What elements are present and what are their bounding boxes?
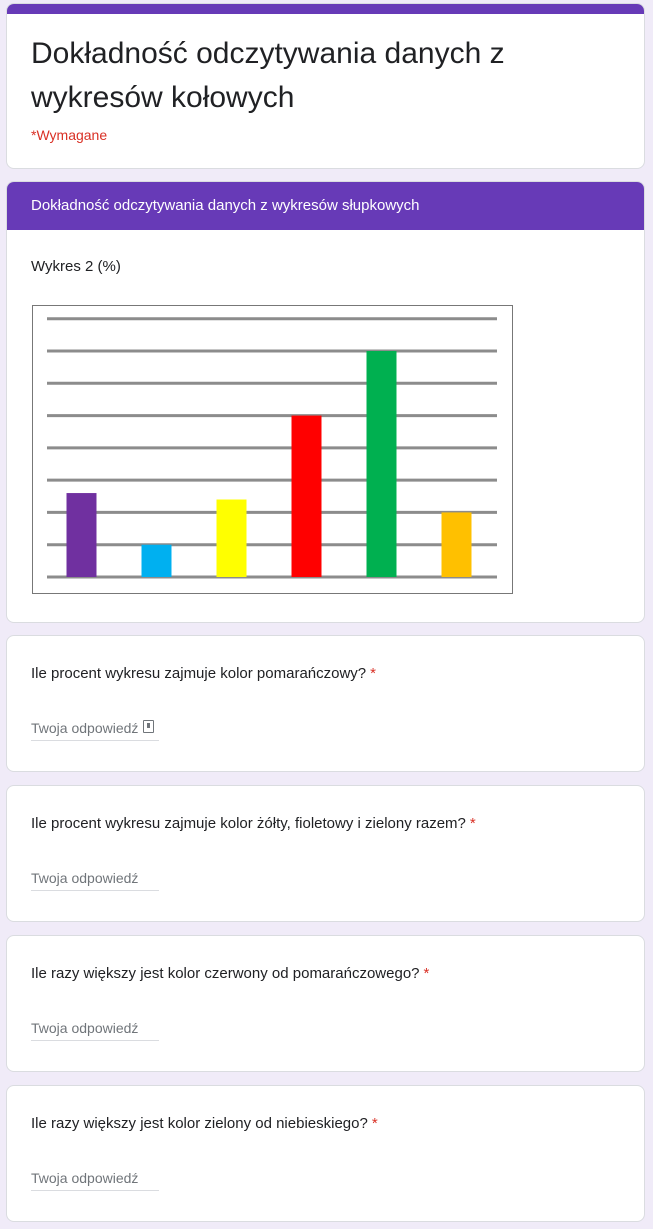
required-asterisk: *: [469, 815, 476, 832]
question-card-2: Ile procent wykresu zajmuje kolor żółty,…: [6, 785, 645, 922]
accent-bar: [7, 4, 644, 14]
bar-chart-image: [32, 305, 513, 594]
chart-bar-niebieski: [141, 544, 172, 577]
chart-bar-żółty: [216, 499, 247, 577]
answer-field[interactable]: [31, 1167, 159, 1191]
chart-bar-pomarańczowy: [441, 512, 472, 577]
section-header: Dokładność odczytywania danych z wykresó…: [7, 182, 644, 230]
required-asterisk: *: [423, 965, 430, 982]
question-card-1: Ile procent wykresu zajmuje kolor pomara…: [6, 635, 645, 772]
chart-bar-fioletowy: [66, 493, 97, 577]
answer-input[interactable]: [31, 1020, 159, 1036]
form-title-card: Dokładność odczytywania danych z wykresó…: [6, 3, 645, 169]
keyboard-input-icon[interactable]: [143, 720, 154, 733]
answer-input[interactable]: [31, 720, 159, 736]
chart-bar-zielony: [366, 351, 397, 577]
chart-caption: Wykres 2 (%): [31, 258, 121, 275]
required-note: *Wymagane: [31, 127, 108, 143]
question-text: Ile procent wykresu zajmuje kolor żółty,…: [31, 814, 476, 834]
question-card-4: Ile razy większy jest kolor zielony od n…: [6, 1085, 645, 1222]
chart-bar-czerwony: [291, 415, 322, 577]
answer-input[interactable]: [31, 1170, 159, 1186]
bar-chart: [47, 317, 497, 579]
answer-field[interactable]: [31, 867, 159, 891]
question-label: Ile procent wykresu zajmuje kolor żółty,…: [31, 815, 466, 832]
question-label: Ile razy większy jest kolor zielony od n…: [31, 1115, 368, 1132]
form-title: Dokładność odczytywania danych z wykresó…: [31, 37, 505, 114]
question-text: Ile razy większy jest kolor czerwony od …: [31, 964, 429, 984]
question-text: Ile razy większy jest kolor zielony od n…: [31, 1114, 378, 1134]
answer-field[interactable]: [31, 1017, 159, 1041]
required-asterisk: *: [371, 1115, 378, 1132]
question-label: Ile procent wykresu zajmuje kolor pomara…: [31, 665, 367, 682]
answer-input[interactable]: [31, 870, 159, 886]
question-text: Ile procent wykresu zajmuje kolor pomara…: [31, 664, 376, 684]
answer-field[interactable]: [31, 717, 159, 741]
required-asterisk: *: [370, 665, 376, 682]
question-label: Ile razy większy jest kolor czerwony od …: [31, 965, 420, 982]
question-card-3: Ile razy większy jest kolor czerwony od …: [6, 935, 645, 1072]
section-card: Dokładność odczytywania danych z wykresó…: [6, 181, 645, 623]
